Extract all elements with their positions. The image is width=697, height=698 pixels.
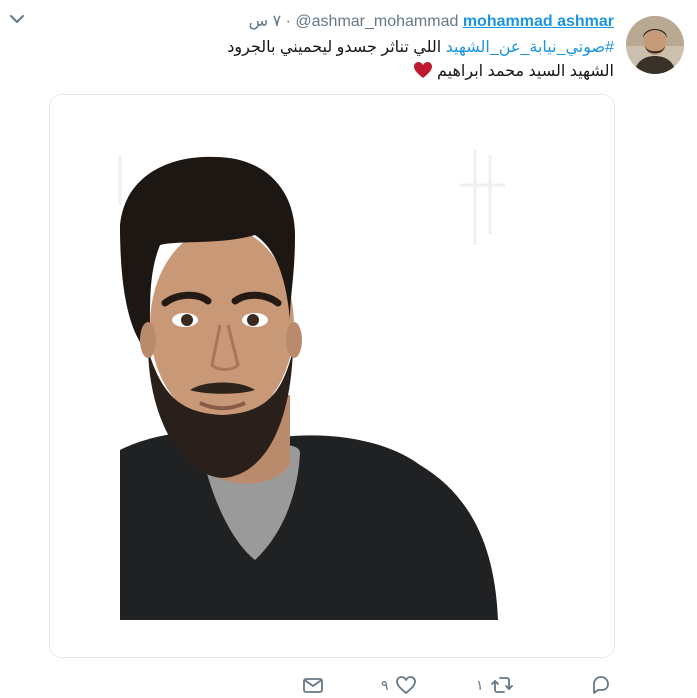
separator-dot: ·	[285, 13, 291, 30]
retweet-button[interactable]: ١	[470, 672, 514, 698]
envelope-icon	[302, 674, 324, 696]
like-button[interactable]: ٩	[375, 672, 417, 698]
tweet-text-line2: الشهيد السيد محمد ابراهيم	[94, 60, 614, 84]
tweet-header: ٧ س · @ashmar_mohammad mohammad ashmar	[249, 12, 614, 32]
tweet-text: #صوتي_نيابة_عن_الشهيد اللي تناثر جسدو لي…	[94, 36, 614, 84]
direct-message-button[interactable]	[302, 672, 324, 698]
tweet-photo[interactable]	[49, 94, 615, 658]
like-count: ٩	[381, 676, 389, 693]
tweet-timestamp[interactable]: ٧ س	[249, 13, 282, 30]
chevron-down-icon[interactable]	[8, 10, 26, 28]
heart-icon	[395, 674, 417, 696]
user-display-name[interactable]: mohammad ashmar	[463, 13, 614, 30]
tweet-text-line1-rest: اللي تناثر جسدو ليحميني بالجرود	[227, 39, 446, 56]
hashtag-link[interactable]: #صوتي_نيابة_عن_الشهيد	[446, 39, 614, 56]
user-handle[interactable]: @ashmar_mohammad	[295, 13, 458, 30]
tweet-actions: ١ ٩	[0, 672, 697, 698]
retweet-icon	[490, 674, 514, 696]
tweet-text-line2-content: الشهيد السيد محمد ابراهيم	[432, 63, 614, 80]
red-heart-emoji	[413, 61, 433, 79]
reply-button[interactable]	[590, 672, 624, 698]
reply-icon	[590, 674, 612, 696]
retweet-count: ١	[476, 676, 484, 693]
tweet-text-line1: #صوتي_نيابة_عن_الشهيد اللي تناثر جسدو لي…	[94, 36, 614, 60]
avatar[interactable]	[626, 16, 684, 74]
